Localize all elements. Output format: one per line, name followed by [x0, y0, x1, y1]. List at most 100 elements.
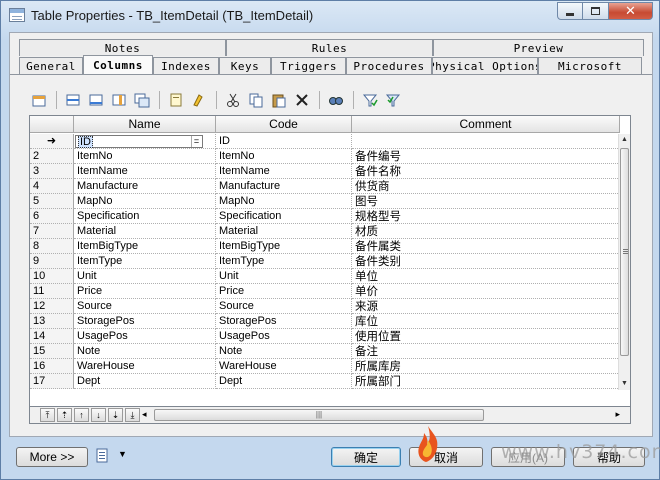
table-row[interactable]: 3 ItemName ItemName 备件名称: [30, 164, 620, 179]
tab-indexes[interactable]: Indexes: [153, 57, 219, 74]
delete-icon[interactable]: [291, 90, 312, 111]
move-up-icon[interactable]: ↑: [74, 408, 89, 422]
add-columns-icon[interactable]: [108, 90, 129, 111]
comment-cell[interactable]: 供货商: [352, 179, 620, 194]
name-edit-input[interactable]: ID =: [75, 135, 203, 148]
name-column-header[interactable]: Name: [74, 116, 216, 133]
row-number[interactable]: 10: [30, 269, 74, 284]
code-cell[interactable]: WareHouse: [216, 359, 352, 374]
close-button[interactable]: ✕: [609, 2, 653, 20]
tab-preview[interactable]: Preview: [433, 39, 644, 56]
comment-column-header[interactable]: Comment: [352, 116, 620, 133]
table-row[interactable]: 16 WareHouse WareHouse 所属库房: [30, 359, 620, 374]
table-row[interactable]: 11 Price Price 单价: [30, 284, 620, 299]
replicate-icon[interactable]: [131, 90, 152, 111]
dropdown-arrow-icon[interactable]: ▼: [118, 449, 127, 459]
more-button[interactable]: More >>: [16, 447, 88, 467]
comment-cell[interactable]: 备件名称: [352, 164, 620, 179]
highlight-icon[interactable]: [188, 90, 209, 111]
row-number[interactable]: 15: [30, 344, 74, 359]
minimize-button[interactable]: [557, 2, 583, 20]
name-cell[interactable]: Unit: [74, 269, 216, 284]
comment-cell[interactable]: 所属库房: [352, 359, 620, 374]
table-row[interactable]: 15 Note Note 备注: [30, 344, 620, 359]
add-row-icon[interactable]: [85, 90, 106, 111]
name-cell[interactable]: Material: [74, 224, 216, 239]
comment-cell[interactable]: 来源: [352, 299, 620, 314]
row-number[interactable]: 9: [30, 254, 74, 269]
name-cell[interactable]: ItemBigType: [74, 239, 216, 254]
move-to-bottom-icon[interactable]: ⤓: [125, 408, 140, 422]
customize-columns-icon[interactable]: [382, 90, 403, 111]
cut-icon[interactable]: [222, 90, 243, 111]
name-cell[interactable]: ItemNo: [74, 149, 216, 164]
code-cell[interactable]: UsagePos: [216, 329, 352, 344]
table-row[interactable]: 8 ItemBigType ItemBigType 备件属类: [30, 239, 620, 254]
table-row[interactable]: 17 Dept Dept 所属部门: [30, 374, 620, 389]
copy-icon[interactable]: [245, 90, 266, 111]
name-cell[interactable]: WareHouse: [74, 359, 216, 374]
table-row[interactable]: 14 UsagePos UsagePos 使用位置: [30, 329, 620, 344]
scroll-left-icon[interactable]: ◂: [142, 409, 147, 420]
current-row-marker[interactable]: ➜: [30, 134, 74, 149]
comment-cell[interactable]: 使用位置: [352, 329, 620, 344]
move-to-top-icon[interactable]: ⤒: [40, 408, 55, 422]
comment-cell[interactable]: 单价: [352, 284, 620, 299]
name-cell[interactable]: Source: [74, 299, 216, 314]
comment-cell[interactable]: 材质: [352, 224, 620, 239]
code-cell[interactable]: Specification: [216, 209, 352, 224]
name-cell[interactable]: Note: [74, 344, 216, 359]
code-cell[interactable]: ID: [216, 134, 352, 149]
move-page-down-icon[interactable]: ⇣: [108, 408, 123, 422]
comment-cell[interactable]: 所属部门: [352, 374, 620, 389]
columns-grid[interactable]: Name Code Comment ➜ ID = ID 2 ItemNo ItemNo 备件编…: [29, 115, 631, 407]
code-cell[interactable]: Dept: [216, 374, 352, 389]
row-number[interactable]: 12: [30, 299, 74, 314]
comment-cell[interactable]: [352, 134, 620, 149]
code-cell[interactable]: ItemBigType: [216, 239, 352, 254]
scroll-up-icon[interactable]: ▲: [619, 134, 630, 146]
table-row[interactable]: 7 Material Material 材质: [30, 224, 620, 239]
comment-cell[interactable]: 备注: [352, 344, 620, 359]
tab-procedures[interactable]: Procedures: [346, 57, 432, 74]
ok-button[interactable]: 确定: [331, 447, 401, 467]
row-number[interactable]: 2: [30, 149, 74, 164]
tab-rules[interactable]: Rules: [226, 39, 433, 56]
table-row[interactable]: 13 StoragePos StoragePos 库位: [30, 314, 620, 329]
code-cell[interactable]: ItemName: [216, 164, 352, 179]
comment-cell[interactable]: 备件类别: [352, 254, 620, 269]
row-number[interactable]: 6: [30, 209, 74, 224]
tab-triggers[interactable]: Triggers: [271, 57, 346, 74]
code-cell[interactable]: Price: [216, 284, 352, 299]
table-row[interactable]: 12 Source Source 来源: [30, 299, 620, 314]
find-icon[interactable]: [325, 90, 346, 111]
code-cell[interactable]: StoragePos: [216, 314, 352, 329]
scroll-down-icon[interactable]: ▼: [619, 378, 630, 390]
table-row[interactable]: 10 Unit Unit 单位: [30, 269, 620, 284]
row-number[interactable]: 16: [30, 359, 74, 374]
tab-columns[interactable]: Columns: [83, 55, 153, 74]
tab-physical-options[interactable]: Physical Options: [432, 57, 538, 74]
name-cell[interactable]: UsagePos: [74, 329, 216, 344]
comment-cell[interactable]: 规格型号: [352, 209, 620, 224]
horizontal-scrollbar[interactable]: ◂ ||| ▸: [142, 408, 622, 422]
code-cell[interactable]: Material: [216, 224, 352, 239]
name-cell[interactable]: Price: [74, 284, 216, 299]
code-cell[interactable]: ItemType: [216, 254, 352, 269]
row-number[interactable]: 13: [30, 314, 74, 329]
name-cell[interactable]: Manufacture: [74, 179, 216, 194]
name-cell[interactable]: Specification: [74, 209, 216, 224]
new-icon[interactable]: [165, 90, 186, 111]
code-cell[interactable]: Note: [216, 344, 352, 359]
tab-general[interactable]: General: [19, 57, 83, 74]
code-cell[interactable]: Manufacture: [216, 179, 352, 194]
code-cell[interactable]: ItemNo: [216, 149, 352, 164]
vertical-scroll-thumb[interactable]: [620, 148, 629, 356]
row-number[interactable]: 5: [30, 194, 74, 209]
row-number[interactable]: 8: [30, 239, 74, 254]
properties-icon[interactable]: [28, 90, 49, 111]
row-number[interactable]: 11: [30, 284, 74, 299]
comment-cell[interactable]: 备件编号: [352, 149, 620, 164]
move-page-up-icon[interactable]: ⇡: [57, 408, 72, 422]
table-row[interactable]: 4 Manufacture Manufacture 供货商: [30, 179, 620, 194]
